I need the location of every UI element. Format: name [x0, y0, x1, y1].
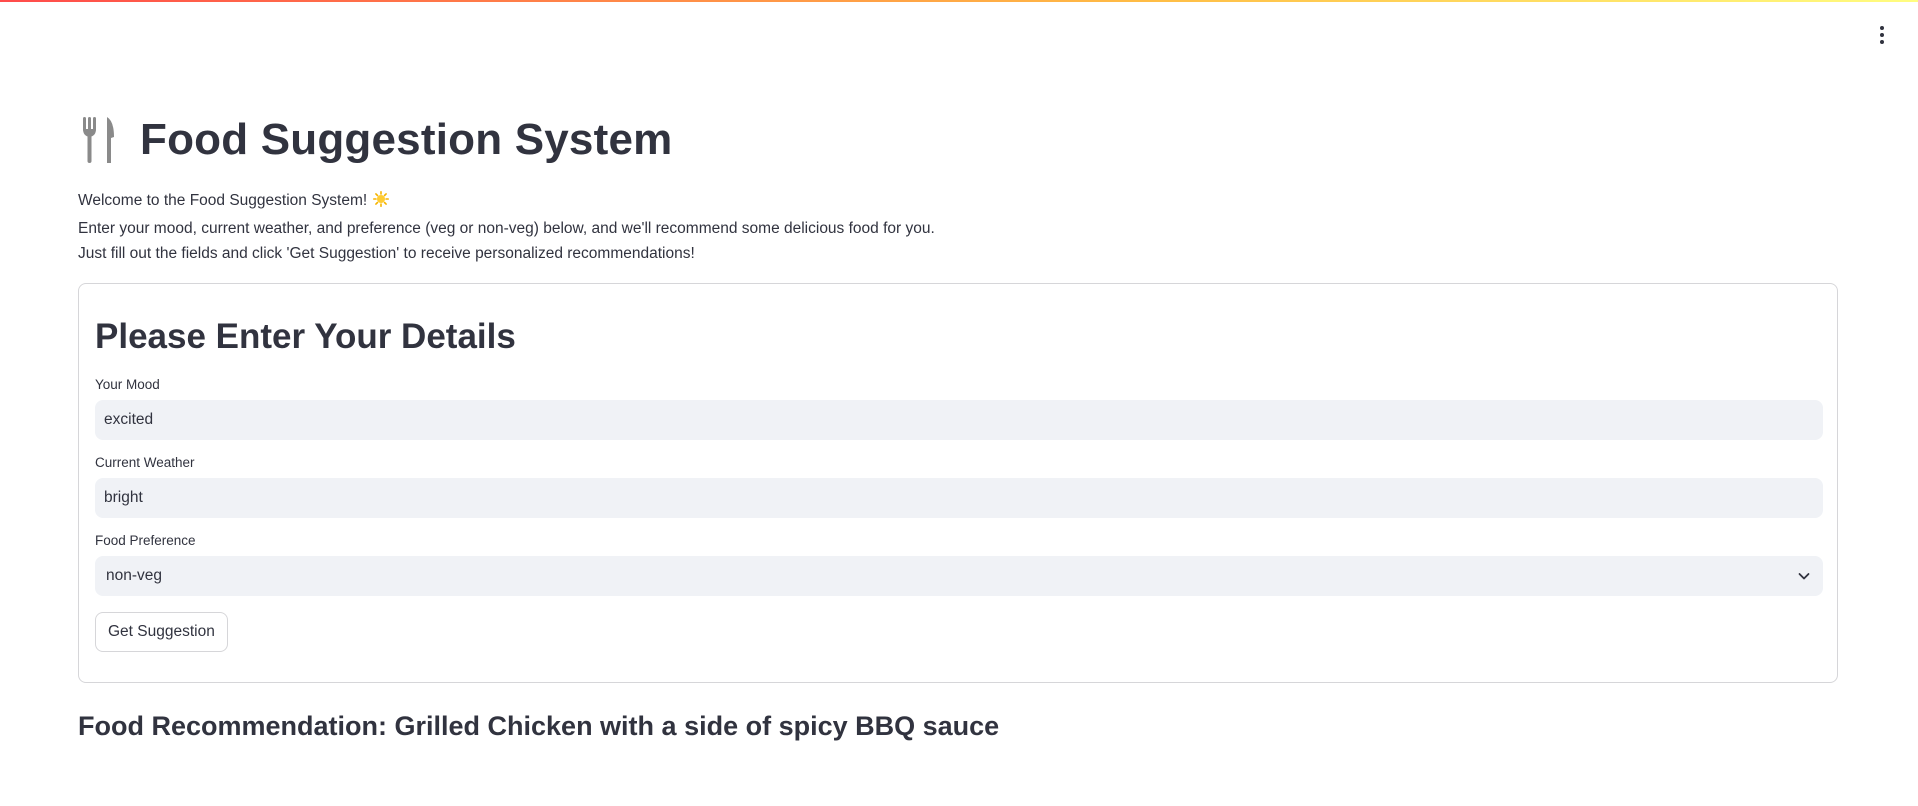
menu-dot [1880, 40, 1884, 44]
weather-label: Current Weather [95, 454, 195, 470]
intro-text: Welcome to the Food Suggestion System! E… [78, 188, 1838, 267]
top-accent-bar [0, 0, 1918, 2]
intro-line-hint: Just fill out the fields and click 'Get … [78, 245, 695, 262]
main-menu-button[interactable] [1872, 22, 1892, 48]
preference-selected-value: non-veg [106, 566, 163, 584]
fork-knife-icon [78, 116, 118, 164]
intro-line-welcome: Welcome to the Food Suggestion System! [78, 188, 1838, 216]
main-content: Food Suggestion System Welcome to the Fo… [78, 110, 1838, 742]
get-suggestion-button[interactable]: Get Suggestion [95, 611, 228, 652]
form-heading: Please Enter Your Details [95, 316, 516, 356]
sun-icon [373, 190, 390, 216]
menu-dot [1880, 33, 1884, 37]
weather-input[interactable]: bright [95, 477, 1823, 518]
page-title: Food Suggestion System [140, 115, 673, 164]
details-form: Please Enter Your Details Your Mood exci… [78, 282, 1838, 683]
chevron-down-icon [1796, 568, 1812, 584]
preference-label: Food Preference [95, 532, 196, 548]
vertical-dots-icon [1880, 26, 1884, 30]
mood-input[interactable]: excited [95, 399, 1823, 440]
intro-line-instructions: Enter your mood, current weather, and pr… [78, 219, 935, 237]
mood-label: Your Mood [95, 376, 160, 392]
intro-line-1-text: Welcome to the Food Suggestion System! [78, 192, 368, 209]
recommendation-text: Food Recommendation: Grilled Chicken wit… [78, 710, 1000, 741]
preference-select[interactable]: non-veg [95, 555, 1823, 596]
title-row: Food Suggestion System [78, 110, 1838, 170]
